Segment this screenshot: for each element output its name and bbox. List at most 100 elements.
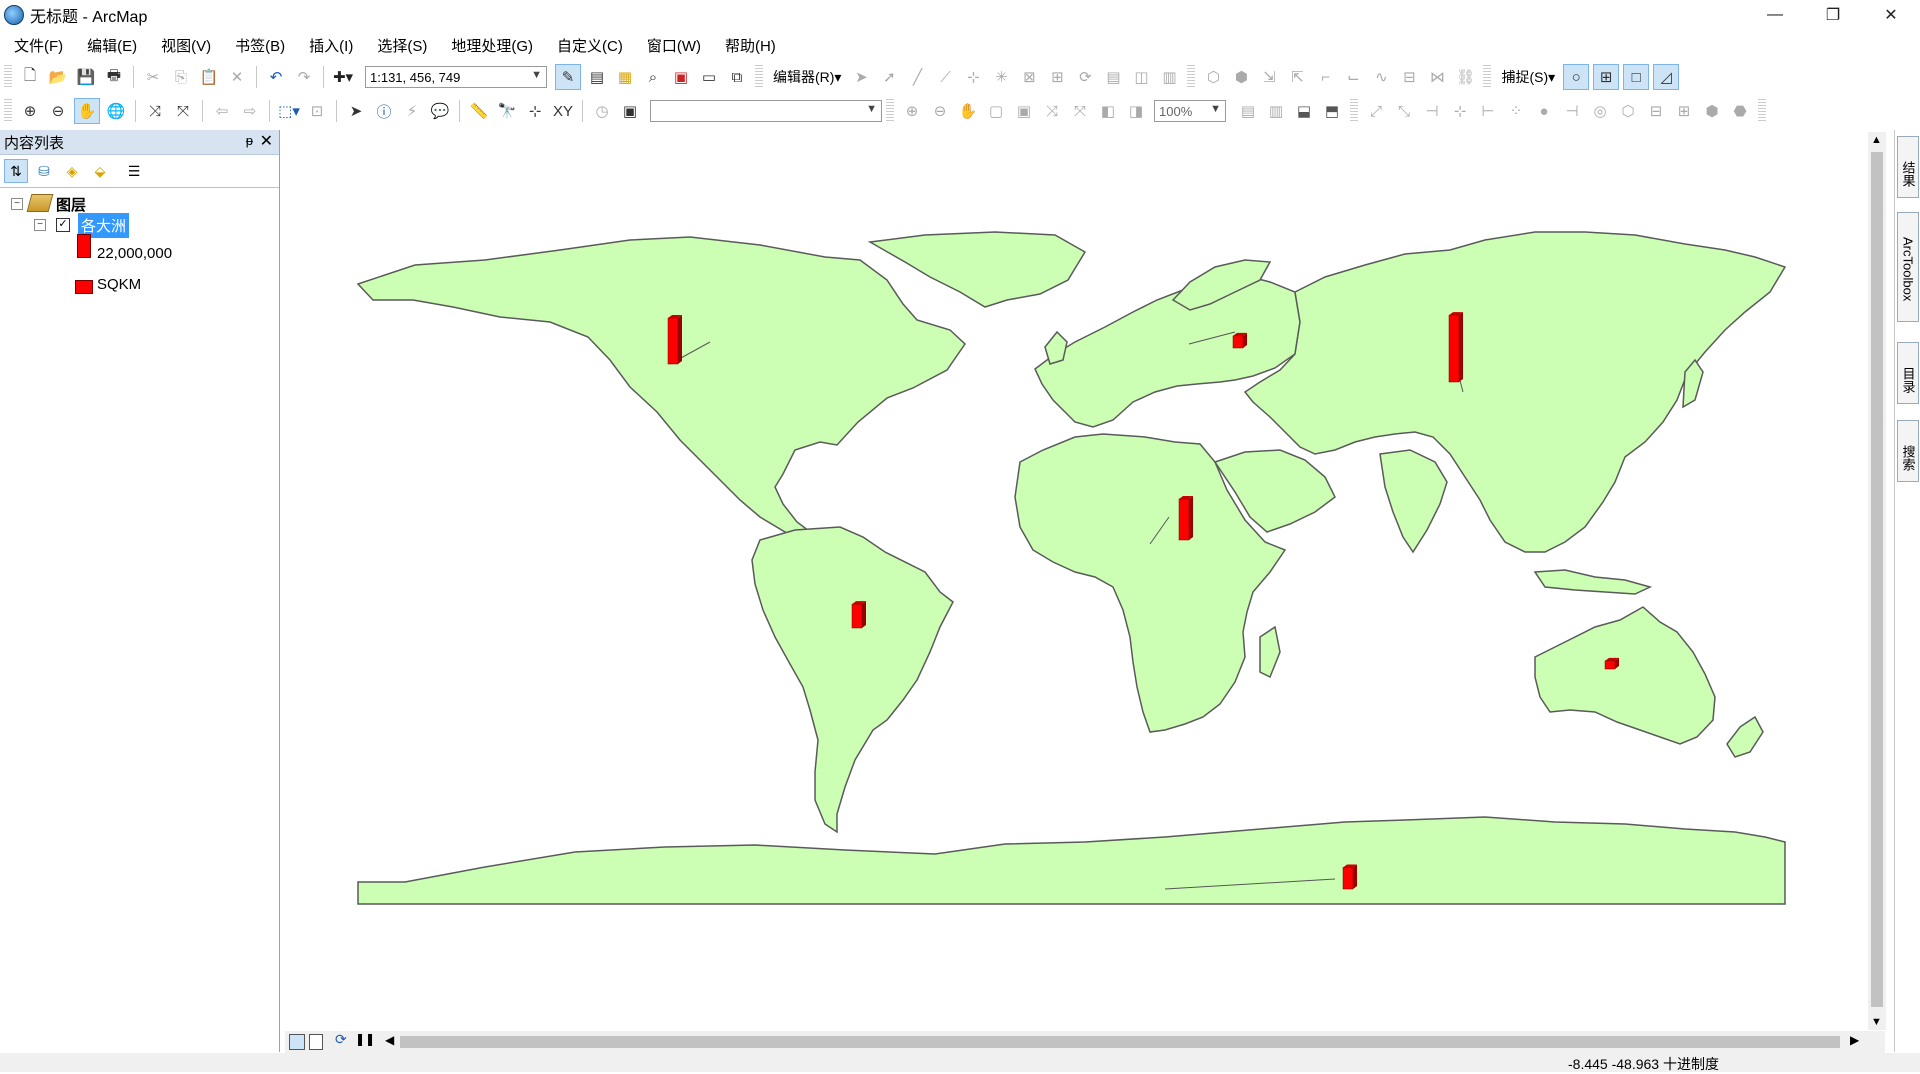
fixed-zoom-out-icon[interactable]: ⤧ <box>171 99 195 123</box>
redo-icon[interactable]: ↷ <box>292 65 316 89</box>
zoom-out-icon[interactable]: ⊖ <box>46 99 70 123</box>
georef-tool-13-icon[interactable]: ⬢ <box>1700 99 1724 123</box>
select-features-icon[interactable]: ⬚▾ <box>277 99 301 123</box>
pin-icon[interactable]: ᵽ <box>246 133 253 148</box>
catalog-icon[interactable]: ▦ <box>613 65 637 89</box>
smooth-icon[interactable]: ∿ <box>1369 65 1393 89</box>
zoom-in-icon[interactable]: ⊕ <box>18 99 42 123</box>
toolbar-grip[interactable] <box>886 99 894 123</box>
menu-bookmarks[interactable]: 书签(B) <box>221 35 295 56</box>
menu-view[interactable]: 视图(V) <box>147 35 221 56</box>
scroll-left-icon[interactable]: ◀ <box>385 1033 394 1047</box>
print-icon[interactable]: 🖶 <box>102 65 126 89</box>
end-snapping-icon[interactable]: ⊞ <box>1593 64 1620 90</box>
viewer-window-icon[interactable]: ▣ <box>618 99 642 123</box>
layout-zoom-out-icon[interactable]: ⊖ <box>928 99 952 123</box>
options-icon[interactable]: ☰ <box>122 159 146 183</box>
attributes-icon[interactable]: ▤ <box>1101 65 1125 89</box>
cut-polygon-icon[interactable]: ⊞ <box>1045 65 1069 89</box>
georef-tool-11-icon[interactable]: ⊟ <box>1644 99 1668 123</box>
georef-tool-7-icon[interactable]: ● <box>1532 99 1556 123</box>
fixed-zoom-in-icon[interactable]: ⤨ <box>143 99 167 123</box>
topology-icon[interactable]: ⬡ <box>1201 65 1225 89</box>
cut-icon[interactable]: ✂ <box>141 65 165 89</box>
georef-tool-10-icon[interactable]: ⬡ <box>1616 99 1640 123</box>
layout-view-icon[interactable] <box>309 1034 323 1050</box>
zoom-whole-page-icon[interactable]: ▢ <box>984 99 1008 123</box>
toolbar-grip[interactable] <box>1350 99 1358 123</box>
point-icon[interactable]: ⊹ <box>961 65 985 89</box>
fillet-icon[interactable]: ⌐ <box>1313 65 1337 89</box>
scroll-right-icon[interactable]: ▶ <box>1850 1033 1859 1047</box>
new-document-icon[interactable]: 🗋 <box>18 65 42 89</box>
menu-geoprocessing[interactable]: 地理处理(G) <box>437 35 543 56</box>
layers-root-label[interactable]: 图层 <box>56 194 86 215</box>
map-scale-combo[interactable]: 1:131, 456, 749 ▼ <box>365 66 547 88</box>
focus-data-frame-icon[interactable]: ▥ <box>1264 99 1288 123</box>
paste-icon[interactable]: 📋 <box>197 65 221 89</box>
go-to-xy-icon[interactable]: XY <box>551 99 575 123</box>
vertex-snapping-icon[interactable]: □ <box>1623 64 1650 90</box>
change-layout-icon[interactable]: ⬓ <box>1292 99 1316 123</box>
georef-tool-6-icon[interactable]: ⁘ <box>1504 99 1528 123</box>
vertical-scroll-thumb[interactable] <box>1871 152 1883 1007</box>
georef-tool-5-icon[interactable]: ⊢ <box>1476 99 1500 123</box>
fixed-layout-zoom-in-icon[interactable]: ⤨ <box>1040 99 1064 123</box>
georef-tool-12-icon[interactable]: ⊞ <box>1672 99 1696 123</box>
world-map[interactable] <box>285 132 1865 1030</box>
search-window-icon[interactable]: ⌕ <box>641 65 665 89</box>
delete-icon[interactable]: ✕ <box>225 65 249 89</box>
toolbar-grip[interactable] <box>1187 65 1196 89</box>
html-popup-icon[interactable]: 💬 <box>428 99 452 123</box>
hyperlink-icon[interactable]: ⚡ <box>400 99 424 123</box>
georef-tool-1-icon[interactable]: ⤢ <box>1364 99 1388 123</box>
open-icon[interactable]: 📂 <box>46 65 70 89</box>
trace-icon[interactable]: ⟋ <box>933 65 957 89</box>
toolbar-grip[interactable] <box>4 99 12 123</box>
georef-tool-4-icon[interactable]: ⊹ <box>1448 99 1472 123</box>
dock-tab-search[interactable]: 搜索 <box>1897 420 1919 482</box>
next-extent-icon[interactable]: ◨ <box>1124 99 1148 123</box>
georef-tool-14-icon[interactable]: ⬣ <box>1728 99 1752 123</box>
edge-snapping-icon[interactable]: ◿ <box>1653 64 1680 90</box>
map-display[interactable] <box>285 132 1865 1030</box>
generalize-icon[interactable]: ⌙ <box>1341 65 1365 89</box>
arctoolbox-icon[interactable]: ▣ <box>669 65 693 89</box>
horizontal-scrollbar[interactable]: ⟳ ❚❚ ◀ ▶ <box>285 1031 1885 1053</box>
clear-selection-icon[interactable]: ⊡ <box>305 99 329 123</box>
split-tool-icon[interactable]: ⊠ <box>1017 65 1041 89</box>
menu-selection[interactable]: 选择(S) <box>363 35 437 56</box>
link-icon[interactable]: ⛓ <box>1453 65 1477 89</box>
georef-tool-2-icon[interactable]: ⤡ <box>1392 99 1416 123</box>
georef-tool-8-icon[interactable]: ⊣ <box>1560 99 1584 123</box>
pause-drawing-icon[interactable]: ❚❚ <box>355 1032 375 1046</box>
copy-icon[interactable]: ⎘ <box>169 65 193 89</box>
collapse-layers-icon[interactable]: − <box>11 198 23 210</box>
table-of-contents-icon[interactable]: ▤ <box>585 65 609 89</box>
menu-windows[interactable]: 窗口(W) <box>633 35 711 56</box>
midpoint-icon[interactable]: ✳ <box>989 65 1013 89</box>
menu-help[interactable]: 帮助(H) <box>711 35 786 56</box>
undo-icon[interactable]: ↶ <box>264 65 288 89</box>
close-button[interactable]: ✕ <box>1862 0 1920 29</box>
zoom-percent-combo[interactable]: 100% ▼ <box>1154 100 1226 122</box>
back-extent-icon[interactable]: ⇦ <box>210 99 234 123</box>
vertical-scrollbar[interactable]: ▲ ▼ <box>1868 132 1886 1030</box>
toggle-draft-icon[interactable]: ▤ <box>1236 99 1260 123</box>
find-icon[interactable]: 🔭 <box>495 99 519 123</box>
advanced-edit-icon[interactable]: ⬢ <box>1229 65 1253 89</box>
list-by-visibility-icon[interactable]: ◈ <box>60 159 84 183</box>
straight-segment-icon[interactable]: ╱ <box>905 65 929 89</box>
list-by-source-icon[interactable]: ⛁ <box>32 159 56 183</box>
edit-tool-icon[interactable]: ➤ <box>849 65 873 89</box>
toolbar-grip[interactable] <box>755 65 763 89</box>
previous-extent-icon[interactable]: ◧ <box>1096 99 1120 123</box>
layout-pan-icon[interactable]: ✋ <box>956 99 980 123</box>
dock-tab-results[interactable]: 结果 <box>1897 136 1919 198</box>
list-by-selection-icon[interactable]: ⬙ <box>88 159 112 183</box>
minimize-button[interactable]: — <box>1746 0 1804 29</box>
point-snapping-icon[interactable]: ○ <box>1563 64 1590 90</box>
georef-tool-9-icon[interactable]: ◎ <box>1588 99 1612 123</box>
modelbuilder-icon[interactable]: ⧉ <box>725 65 749 89</box>
sketch-properties-icon[interactable]: ◫ <box>1129 65 1153 89</box>
